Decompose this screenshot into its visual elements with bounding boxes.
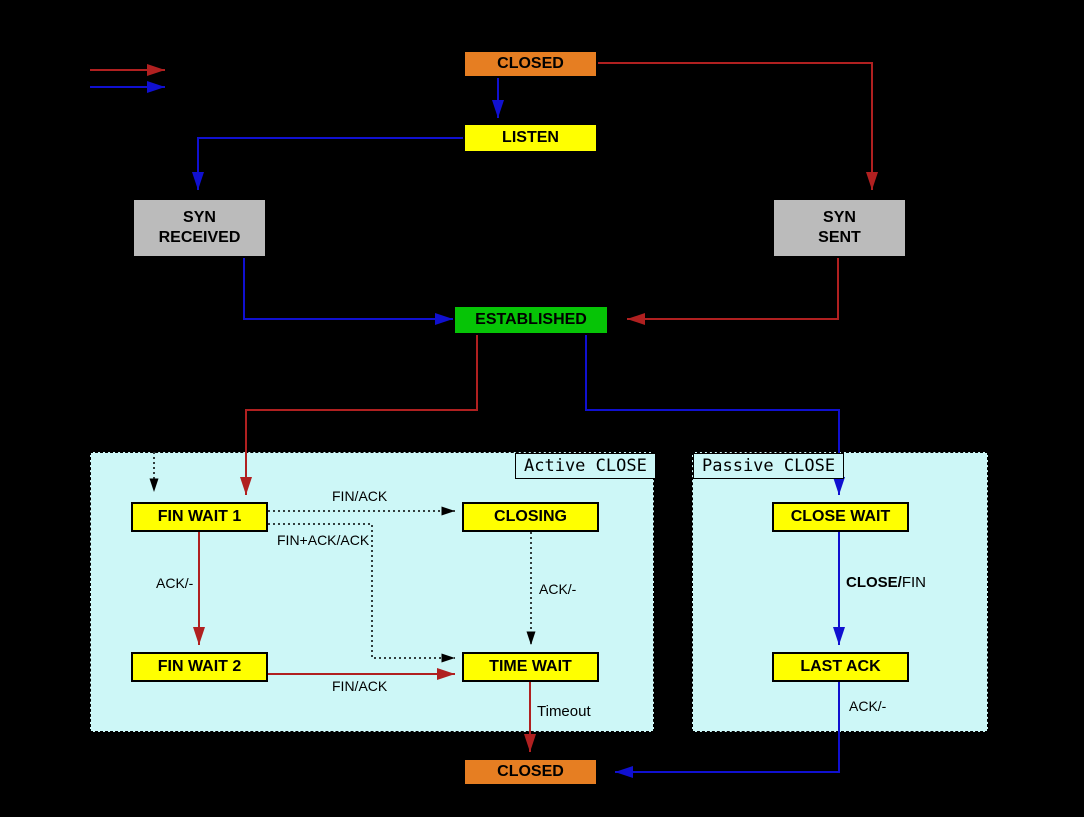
passive-close-label: Passive CLOSE <box>693 453 844 479</box>
state-closed-bottom: CLOSED <box>463 758 598 786</box>
edge-timeout: Timeout <box>537 703 591 720</box>
state-syn-received: SYN RECEIVED <box>132 198 267 258</box>
edge-close-fin-tail: FIN <box>902 574 926 591</box>
state-listen: LISTEN <box>463 123 598 153</box>
state-fin-wait-2: FIN WAIT 2 <box>131 652 268 682</box>
edge-close-fin-bold: CLOSE/ <box>846 574 902 591</box>
state-closing: CLOSING <box>462 502 599 532</box>
tcp-state-diagram: { "states": { "closed_top": "CLOSED", "l… <box>0 0 1084 817</box>
active-close-label: Active CLOSE <box>515 453 656 479</box>
edge-fin-ack-1: FIN/ACK <box>332 488 387 504</box>
state-close-wait: CLOSE WAIT <box>772 502 909 532</box>
state-established: ESTABLISHED <box>453 305 609 335</box>
edge-finack-ack: FIN+ACK/ACK <box>277 532 369 548</box>
state-last-ack: LAST ACK <box>772 652 909 682</box>
edge-ack-2: ACK/- <box>539 581 576 597</box>
edge-close-fin: CLOSE/FIN <box>846 574 926 591</box>
state-fin-wait-1: FIN WAIT 1 <box>131 502 268 532</box>
state-time-wait: TIME WAIT <box>462 652 599 682</box>
state-closed-top: CLOSED <box>463 50 598 78</box>
edge-ack-1: ACK/- <box>156 575 193 591</box>
edge-ack-3: ACK/- <box>849 698 886 714</box>
edge-fin-ack-2: FIN/ACK <box>332 678 387 694</box>
state-syn-sent: SYN SENT <box>772 198 907 258</box>
